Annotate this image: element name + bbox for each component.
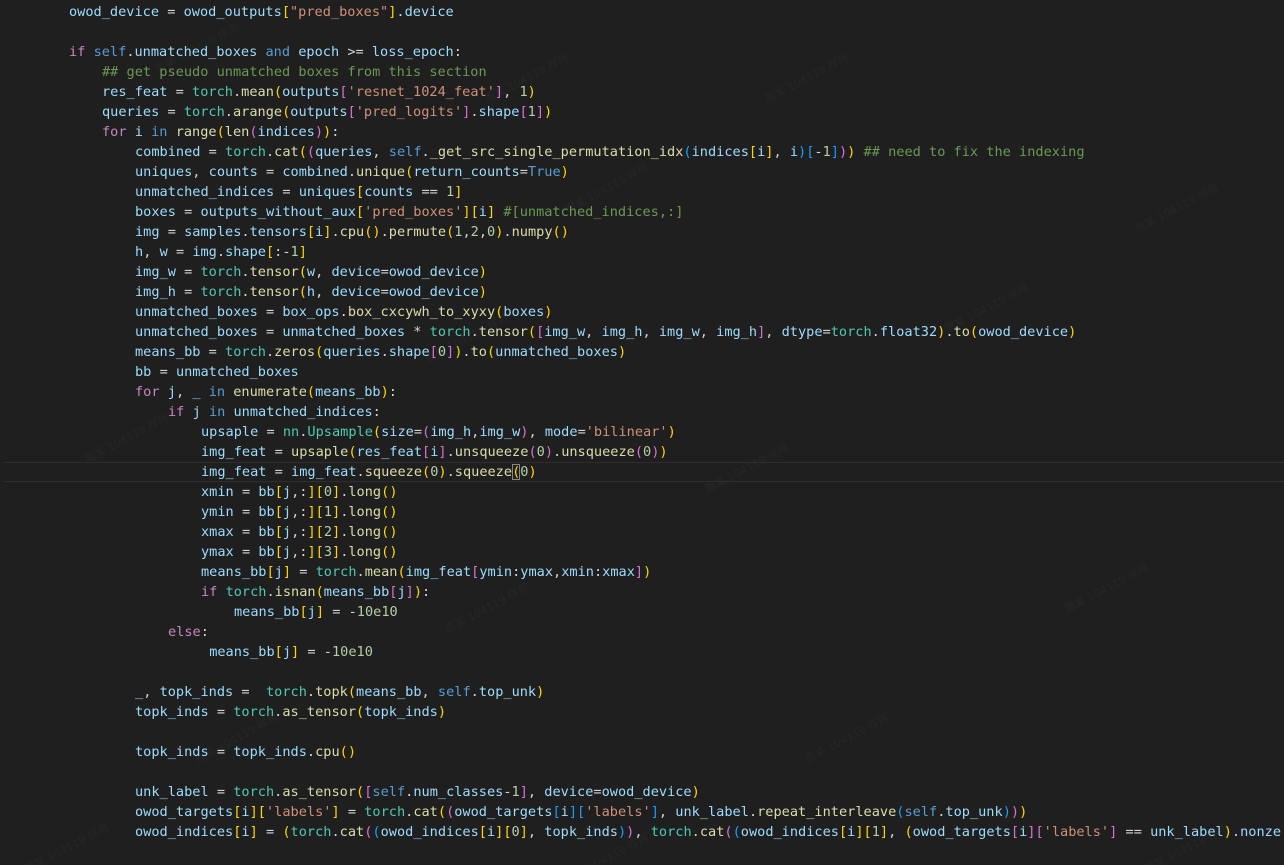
code-editor[interactable]: 周某 104119 样用周某 104119 样用周某 104119 样用周某 1… xyxy=(0,0,1284,865)
code-line[interactable]: ymin = bb[j,:][1].long() xyxy=(0,502,1284,522)
code-line[interactable]: means_bb = torch.zeros(queries.shape[0])… xyxy=(0,342,1284,362)
code-line[interactable]: xmin = bb[j,:][0].long() xyxy=(0,482,1284,502)
code-line-text: upsaple = nn.Upsample(size=(img_h,img_w)… xyxy=(201,424,676,440)
code-line-text: unmatched_boxes = box_ops.box_cxcywh_to_… xyxy=(135,304,553,320)
code-line[interactable]: means_bb[j] = -10e10 xyxy=(0,642,1284,662)
code-line[interactable]: img_w = torch.tensor(w, device=owod_devi… xyxy=(0,262,1284,282)
code-line-text: owod_indices[i] = (torch.cat((owod_indic… xyxy=(135,824,1282,840)
code-line-text: img_feat = img_feat.squeeze(0).squeeze(0… xyxy=(201,464,537,480)
code-line[interactable]: img_feat = img_feat.squeeze(0).squeeze(0… xyxy=(4,462,1284,482)
code-line[interactable]: unmatched_boxes = box_ops.box_cxcywh_to_… xyxy=(0,302,1284,322)
code-line[interactable]: img_h = torch.tensor(h, device=owod_devi… xyxy=(0,282,1284,302)
code-line-text: means_bb[j] = torch.mean(img_feat[ymin:y… xyxy=(201,564,652,580)
code-line[interactable]: upsaple = nn.Upsample(size=(img_h,img_w)… xyxy=(0,422,1284,442)
code-line[interactable]: ## get pseudo unmatched boxes from this … xyxy=(0,62,1284,82)
code-line-text: topk_inds = topk_inds.cpu() xyxy=(135,744,357,760)
code-line[interactable]: xmax = bb[j,:][2].long() xyxy=(0,522,1284,542)
code-line[interactable]: img_feat = upsaple(res_feat[i].unsqueeze… xyxy=(0,442,1284,462)
code-line-text: if self.unmatched_boxes and epoch >= los… xyxy=(69,44,462,60)
code-line[interactable]: for j, _ in enumerate(means_bb): xyxy=(0,382,1284,402)
code-line[interactable] xyxy=(0,722,1284,742)
code-line[interactable]: h, w = img.shape[:-1] xyxy=(0,242,1284,262)
code-line[interactable]: topk_inds = topk_inds.cpu() xyxy=(0,742,1284,762)
code-line-text: unmatched_boxes = unmatched_boxes * torc… xyxy=(135,324,1077,340)
code-line-text: img_h = torch.tensor(h, device=owod_devi… xyxy=(135,284,487,300)
code-line-text: xmin = bb[j,:][0].long() xyxy=(201,484,398,500)
code-line-text: owod_targets[i]['labels'] = torch.cat((o… xyxy=(135,804,1028,820)
code-line-text: bb = unmatched_boxes xyxy=(135,364,299,380)
code-line[interactable]: for i in range(len(indices)): xyxy=(0,122,1284,142)
code-line-text: queries = torch.arange(outputs['pred_log… xyxy=(102,104,553,120)
code-line-text: uniques, counts = combined.unique(return… xyxy=(135,164,569,180)
code-line[interactable] xyxy=(0,662,1284,682)
code-line[interactable]: if self.unmatched_boxes and epoch >= los… xyxy=(0,42,1284,62)
code-line-text: boxes = outputs_without_aux['pred_boxes'… xyxy=(135,204,684,220)
code-line-text: if torch.isnan(means_bb[j]): xyxy=(201,584,431,600)
code-line-text: img_w = torch.tensor(w, device=owod_devi… xyxy=(135,264,487,280)
code-line[interactable]: combined = torch.cat((queries, self._get… xyxy=(0,142,1284,162)
code-line[interactable]: owod_targets[i]['labels'] = torch.cat((o… xyxy=(0,802,1284,822)
code-line[interactable]: img = samples.tensors[i].cpu().permute(1… xyxy=(0,222,1284,242)
code-line-text: combined = torch.cat((queries, self._get… xyxy=(135,144,1085,160)
code-line-text: else: xyxy=(168,624,209,640)
code-line[interactable]: owod_device = owod_outputs["pred_boxes"]… xyxy=(0,2,1284,22)
code-line[interactable]: owod_indices[i] = (torch.cat((owod_indic… xyxy=(0,822,1284,842)
code-line-text: means_bb[j] = -10e10 xyxy=(209,644,373,660)
code-line[interactable]: means_bb[j] = torch.mean(img_feat[ymin:y… xyxy=(0,562,1284,582)
code-line-text: for i in range(len(indices)): xyxy=(102,124,340,140)
code-line[interactable]: _, topk_inds = torch.topk(means_bb, self… xyxy=(0,682,1284,702)
code-line-text: xmax = bb[j,:][2].long() xyxy=(201,524,398,540)
code-line-text: h, w = img.shape[:-1] xyxy=(135,244,307,260)
code-line-text: ymin = bb[j,:][1].long() xyxy=(201,504,398,520)
code-line[interactable] xyxy=(0,762,1284,782)
code-line-text: if j in unmatched_indices: xyxy=(168,404,381,420)
code-line-text: owod_device = owod_outputs["pred_boxes"]… xyxy=(69,4,454,20)
code-line[interactable]: res_feat = torch.mean(outputs['resnet_10… xyxy=(0,82,1284,102)
code-line[interactable] xyxy=(0,22,1284,42)
code-line[interactable]: unmatched_boxes = unmatched_boxes * torc… xyxy=(0,322,1284,342)
code-line[interactable]: if j in unmatched_indices: xyxy=(0,402,1284,422)
code-line-text: res_feat = torch.mean(outputs['resnet_10… xyxy=(102,84,536,100)
code-line-text: means_bb[j] = -10e10 xyxy=(234,604,398,620)
code-line-text: _, topk_inds = torch.topk(means_bb, self… xyxy=(135,684,545,700)
code-line[interactable]: unk_label = torch.as_tensor([self.num_cl… xyxy=(0,782,1284,802)
code-line[interactable]: else: xyxy=(0,622,1284,642)
code-line[interactable]: ymax = bb[j,:][3].long() xyxy=(0,542,1284,562)
code-line[interactable]: queries = torch.arange(outputs['pred_log… xyxy=(0,102,1284,122)
code-line[interactable]: boxes = outputs_without_aux['pred_boxes'… xyxy=(0,202,1284,222)
code-line-text: topk_inds = torch.as_tensor(topk_inds) xyxy=(135,704,447,720)
code-line[interactable]: unmatched_indices = uniques[counts == 1] xyxy=(0,182,1284,202)
code-line[interactable]: if torch.isnan(means_bb[j]): xyxy=(0,582,1284,602)
code-line[interactable]: topk_inds = torch.as_tensor(topk_inds) xyxy=(0,702,1284,722)
code-line[interactable]: uniques, counts = combined.unique(return… xyxy=(0,162,1284,182)
code-line-text: unmatched_indices = uniques[counts == 1] xyxy=(135,184,463,200)
code-line-text: ymax = bb[j,:][3].long() xyxy=(201,544,398,560)
code-line-text: means_bb = torch.zeros(queries.shape[0])… xyxy=(135,344,627,360)
code-line-text: for j, _ in enumerate(means_bb): xyxy=(135,384,397,400)
code-line[interactable]: bb = unmatched_boxes xyxy=(0,362,1284,382)
code-line-text: unk_label = torch.as_tensor([self.num_cl… xyxy=(135,784,700,800)
code-line[interactable]: means_bb[j] = -10e10 xyxy=(0,602,1284,622)
code-line-text: ## get pseudo unmatched boxes from this … xyxy=(102,64,487,80)
code-line-text: img = samples.tensors[i].cpu().permute(1… xyxy=(135,224,569,240)
code-line-text: img_feat = upsaple(res_feat[i].unsqueeze… xyxy=(201,444,668,460)
